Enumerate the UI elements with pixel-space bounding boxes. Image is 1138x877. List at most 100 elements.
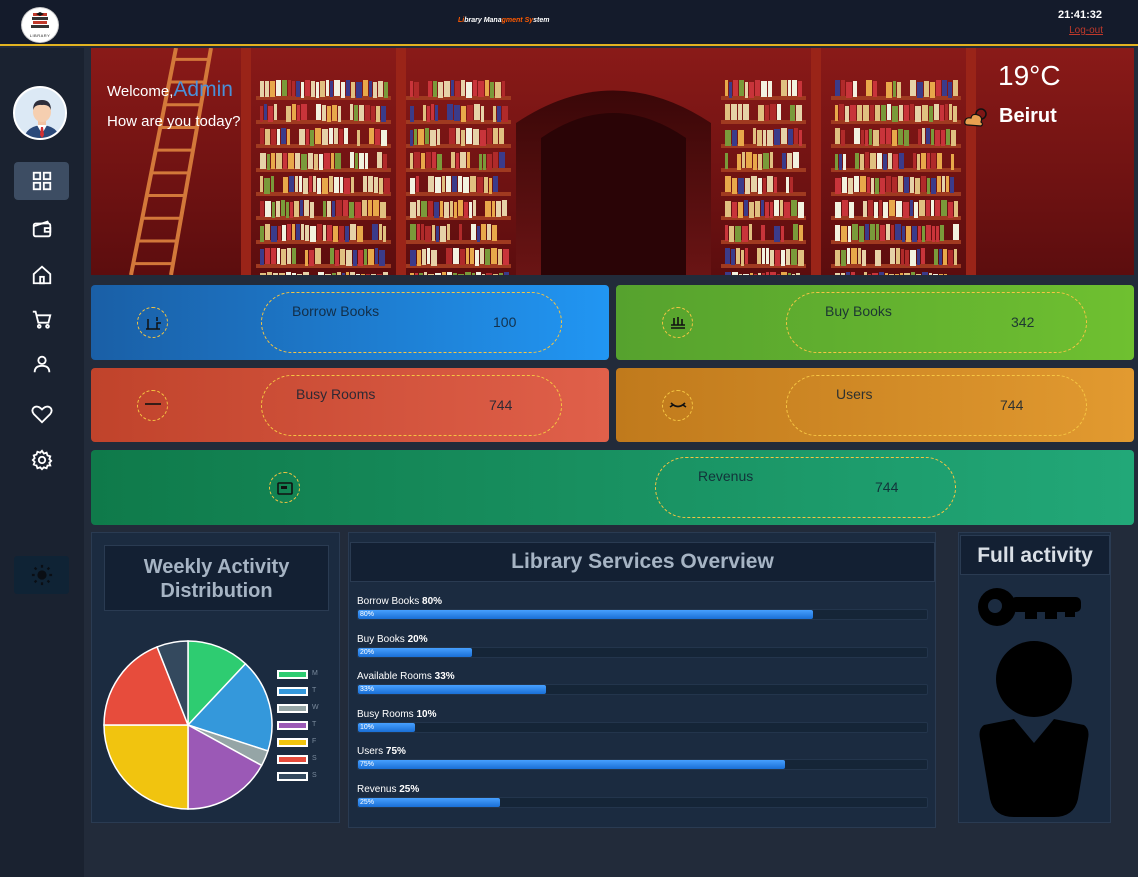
app-title-part: gment bbox=[501, 17, 525, 24]
stat-label: Buy Books bbox=[825, 303, 892, 319]
progress-track: 75% bbox=[357, 759, 928, 771]
legend-label: M bbox=[312, 670, 318, 677]
stat-label: Busy Rooms bbox=[296, 386, 376, 402]
cash-register-icon bbox=[269, 472, 300, 503]
service-label: Revenus 25% bbox=[357, 784, 928, 797]
legend-swatch bbox=[277, 721, 308, 730]
service-percent: 80% bbox=[422, 596, 443, 607]
service-row: Borrow Books 80% 80% bbox=[357, 596, 928, 620]
stat-label: Borrow Books bbox=[292, 303, 380, 319]
admin-avatar-icon bbox=[15, 88, 65, 138]
logout-link[interactable]: Log-out bbox=[1069, 25, 1103, 36]
welcome-label: Welcome, bbox=[107, 83, 174, 100]
service-name: Buy Books bbox=[357, 633, 408, 645]
logo-text: LIBRARY bbox=[29, 33, 51, 38]
stat-label: Users bbox=[836, 386, 873, 402]
borrow-books-card[interactable]: Borrow Books 100 bbox=[91, 285, 609, 360]
nav-user[interactable] bbox=[14, 345, 69, 383]
stat-value: 100 bbox=[493, 314, 517, 330]
greeting-text: How are you today? bbox=[107, 113, 241, 130]
dashboard-icon bbox=[32, 171, 51, 191]
app-title-part: brary bbox=[464, 17, 484, 24]
legend-item[interactable]: T bbox=[277, 721, 327, 732]
buy-books-card[interactable]: Buy Books 342 bbox=[616, 285, 1134, 360]
nav-home[interactable] bbox=[14, 256, 69, 294]
heart-icon bbox=[30, 405, 53, 424]
revenue-card[interactable]: Revenus 744 bbox=[91, 450, 1134, 525]
progress-track: 20% bbox=[357, 646, 928, 658]
progress-track: 25% bbox=[357, 797, 928, 808]
service-row: Busy Rooms 10% 10% bbox=[357, 709, 928, 733]
legend-swatch bbox=[277, 670, 308, 679]
service-row: Revenus 25% 25% bbox=[357, 784, 928, 808]
legend-label: S bbox=[312, 755, 317, 762]
progress-text: 20% bbox=[360, 648, 375, 656]
users-pill: Users 744 bbox=[786, 375, 1087, 436]
progress-track: 80% bbox=[357, 609, 928, 620]
user-name: Admin bbox=[173, 78, 233, 101]
users-card[interactable]: Users 744 bbox=[616, 368, 1134, 442]
weekly-activity-panel: Weekly Activity Distribution M T W T F S S bbox=[91, 532, 340, 823]
legend-item[interactable]: W bbox=[277, 704, 327, 715]
app-title-part: Sy bbox=[524, 17, 534, 24]
user-silhouette-icon bbox=[979, 641, 1089, 817]
top-bar: LIBRARY Library Managment System 21:41:3… bbox=[0, 0, 1138, 46]
theme-toggle[interactable] bbox=[14, 556, 69, 594]
legend-item[interactable]: S bbox=[277, 755, 327, 766]
legend-item[interactable]: F bbox=[277, 738, 327, 749]
service-row: Buy Books 20% 20% bbox=[357, 634, 928, 658]
temperature: 19°C bbox=[998, 60, 1061, 91]
progress-fill: 25% bbox=[358, 798, 501, 807]
busy-rooms-pill: Busy Rooms 744 bbox=[261, 375, 562, 436]
sun-icon bbox=[31, 564, 52, 586]
progress-text: 25% bbox=[360, 799, 375, 806]
nav-favorites[interactable] bbox=[14, 395, 69, 433]
progress-fill: 10% bbox=[358, 722, 415, 732]
services-overview-panel: Library Services Overview Borrow Books 8… bbox=[348, 532, 936, 828]
legend-item[interactable]: M bbox=[277, 670, 327, 681]
service-percent: 25% bbox=[399, 784, 420, 795]
nav-dashboard[interactable] bbox=[14, 162, 69, 200]
nav-wallet[interactable] bbox=[14, 210, 69, 248]
service-row: Users 75% 75% bbox=[357, 746, 928, 771]
progress-fill: 75% bbox=[358, 760, 785, 770]
stat-value: 744 bbox=[875, 479, 899, 495]
app-title-part: Mana bbox=[483, 17, 502, 24]
legend-item[interactable]: S bbox=[277, 772, 327, 783]
welcome-text: Welcome,Admin bbox=[107, 78, 233, 102]
bookshelf-icon bbox=[662, 307, 693, 338]
library-background-image bbox=[91, 48, 1134, 275]
progress-text: 75% bbox=[360, 761, 375, 769]
legend-label: T bbox=[312, 687, 317, 694]
busy-rooms-card[interactable]: Busy Rooms 744 bbox=[91, 368, 609, 442]
weekly-activity-title: Weekly Activity Distribution bbox=[104, 545, 329, 611]
service-label: Buy Books 20% bbox=[357, 634, 928, 647]
clock: 21:41:32 bbox=[1057, 9, 1102, 21]
home-icon bbox=[32, 265, 51, 285]
library-logo[interactable]: LIBRARY bbox=[21, 7, 59, 43]
legend-swatch bbox=[277, 755, 308, 764]
service-row: Available Rooms 33% 33% bbox=[357, 671, 928, 696]
service-name: Borrow Books bbox=[357, 596, 423, 607]
key-icon bbox=[978, 588, 1081, 626]
stat-value: 744 bbox=[489, 397, 513, 413]
nav-cart[interactable] bbox=[14, 300, 69, 338]
full-activity-title: Full activity bbox=[960, 535, 1110, 575]
progress-fill: 33% bbox=[358, 685, 546, 695]
service-percent: 20% bbox=[407, 633, 428, 645]
user-icon bbox=[33, 355, 50, 373]
legend-item[interactable]: T bbox=[277, 687, 327, 698]
service-percent: 75% bbox=[385, 746, 406, 758]
legend-swatch bbox=[277, 704, 308, 713]
service-name: Busy Rooms bbox=[357, 708, 417, 720]
full-activity-panel: Full activity bbox=[958, 532, 1111, 823]
pie-slice[interactable] bbox=[103, 724, 189, 810]
progress-text: 10% bbox=[360, 723, 375, 731]
legend-swatch bbox=[277, 687, 308, 696]
avatar[interactable] bbox=[13, 86, 67, 140]
stat-value: 342 bbox=[1011, 314, 1035, 330]
nav-settings[interactable] bbox=[14, 441, 69, 479]
service-label: Borrow Books 80% bbox=[357, 596, 928, 609]
progress-track: 10% bbox=[357, 721, 928, 733]
partly-cloudy-icon bbox=[964, 108, 987, 127]
